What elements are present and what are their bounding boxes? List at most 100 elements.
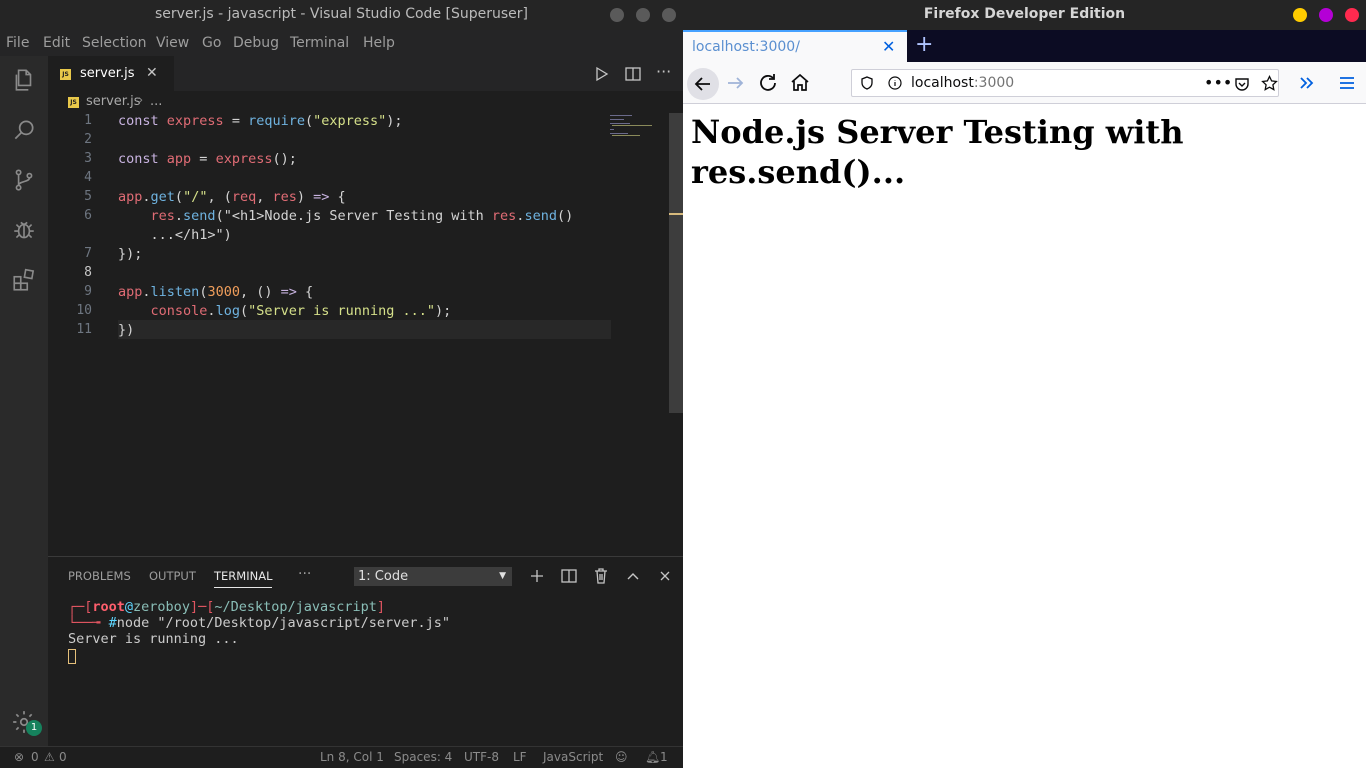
notifications-count[interactable]: 1	[660, 750, 668, 764]
minimize-button[interactable]	[1293, 8, 1307, 22]
tab-terminal[interactable]: TERMINAL	[214, 569, 273, 588]
tab-close-icon[interactable]: ✕	[882, 37, 895, 56]
editor-scrollbar[interactable]	[669, 113, 683, 413]
bell-icon[interactable]: 🔔︎	[645, 750, 660, 764]
pocket-icon[interactable]	[1234, 76, 1250, 92]
window-title: Firefox Developer Edition	[923, 6, 1126, 22]
terminal-output-line: Server is running ...	[68, 631, 239, 647]
menu-view[interactable]: View	[156, 35, 189, 51]
trash-icon[interactable]	[592, 567, 610, 585]
indentation[interactable]: Spaces: 4	[394, 750, 452, 764]
vscode-window: server.js - javascript - Visual Studio C…	[0, 0, 683, 768]
search-icon[interactable]	[10, 116, 38, 144]
close-panel-icon[interactable]	[656, 567, 674, 585]
navigation-toolbar: localhost:3000 •••	[683, 62, 1366, 104]
firefox-titlebar: Firefox Developer Edition	[683, 0, 1366, 30]
line-number: 2	[84, 132, 92, 147]
home-icon[interactable]	[788, 71, 812, 95]
javascript-file-icon: JS	[60, 69, 71, 80]
debug-icon[interactable]	[10, 216, 38, 244]
maximize-panel-icon[interactable]	[624, 567, 642, 585]
terminal-select-value: 1: Code	[358, 569, 409, 584]
files-icon[interactable]	[10, 66, 38, 94]
minimize-button[interactable]	[610, 8, 624, 22]
javascript-file-icon: JS	[68, 97, 79, 108]
back-button[interactable]	[687, 68, 719, 100]
line-number: 10	[76, 303, 92, 318]
line-number: 3	[84, 151, 92, 166]
more-actions-icon[interactable]: ···	[656, 62, 674, 81]
menu-terminal[interactable]: Terminal	[290, 35, 349, 51]
url-port: :3000	[973, 75, 1015, 91]
line-number: 1	[84, 113, 92, 128]
url-host: localhost	[911, 75, 974, 91]
split-terminal-icon[interactable]	[560, 567, 578, 585]
breadcrumb-more[interactable]: ...	[150, 94, 162, 109]
menu-selection[interactable]: Selection	[82, 35, 147, 51]
shield-icon[interactable]	[860, 76, 874, 90]
activity-bar: 1	[0, 56, 48, 746]
url-bar[interactable]: localhost:3000 •••	[851, 69, 1279, 97]
code-line: const app = express();	[118, 151, 297, 167]
menu-debug[interactable]: Debug	[233, 35, 279, 51]
source-control-icon[interactable]	[10, 166, 38, 194]
new-tab-icon[interactable]: +	[915, 32, 933, 57]
tab-server-js[interactable]: JS server.js ✕	[48, 56, 174, 91]
close-button[interactable]	[662, 8, 676, 22]
encoding[interactable]: UTF-8	[464, 750, 499, 764]
menu-help[interactable]: Help	[363, 35, 395, 51]
editor-area: JS server.js ✕ ··· JS server.js › ... 1 …	[48, 56, 683, 556]
menu-file[interactable]: File	[6, 35, 29, 51]
new-terminal-icon[interactable]	[528, 567, 546, 585]
browser-tab[interactable]: localhost:3000/ ✕	[683, 30, 907, 62]
close-button[interactable]	[1345, 8, 1359, 22]
vscode-titlebar: server.js - javascript - Visual Studio C…	[0, 0, 683, 30]
terminal-command: node "/root/Desktop/javascript/server.js…	[116, 615, 451, 631]
tab-output[interactable]: OUTPUT	[149, 569, 196, 583]
line-number: 11	[76, 322, 92, 337]
code-line: app.get("/", (req, res) => {	[118, 189, 346, 205]
language-mode[interactable]: JavaScript	[543, 750, 603, 764]
page-actions-icon[interactable]: •••	[1204, 73, 1232, 92]
minimap[interactable]	[608, 113, 668, 143]
overflow-chevron-icon[interactable]	[1295, 71, 1319, 95]
extensions-icon[interactable]	[10, 266, 38, 294]
cursor-position[interactable]: Ln 8, Col 1	[320, 750, 384, 764]
terminal-cursor	[68, 649, 76, 664]
menu-go[interactable]: Go	[202, 35, 221, 51]
line-number: 5	[84, 189, 92, 204]
hamburger-menu-icon[interactable]	[1335, 71, 1359, 95]
bookmark-star-icon[interactable]	[1261, 75, 1278, 92]
tab-problems[interactable]: PROBLEMS	[68, 569, 131, 583]
browser-tab-label: localhost:3000/	[692, 39, 800, 55]
end-of-line[interactable]: LF	[513, 750, 527, 764]
url-text[interactable]: localhost:3000	[911, 75, 1014, 91]
prompt-path: ~/Desktop/javascript	[214, 599, 377, 615]
status-bar: ⊗ 0 ⚠ 0 Ln 8, Col 1 Spaces: 4 UTF-8 LF J…	[0, 746, 683, 768]
maximize-button[interactable]	[636, 8, 650, 22]
maximize-button[interactable]	[1319, 8, 1333, 22]
breadcrumb-file[interactable]: server.js	[86, 94, 140, 109]
code-line: ...</h1>")	[118, 227, 232, 243]
run-icon[interactable]	[592, 65, 610, 83]
chevron-down-icon: ▼	[499, 571, 506, 581]
feedback-smiley-icon[interactable]: ☺	[615, 750, 628, 764]
forward-icon[interactable]	[724, 71, 748, 95]
errors-icon[interactable]: ⊗	[14, 750, 24, 764]
terminal-select[interactable]: 1: Code ▼	[354, 567, 512, 586]
firefox-window: Firefox Developer Edition localhost:3000…	[683, 0, 1366, 768]
code-editor[interactable]: 1 2 3 4 5 6 7 8 9 10 11 const express = …	[48, 113, 668, 556]
page-heading: Node.js Server Testing with res.send()..…	[691, 113, 1184, 191]
prompt-user: root	[92, 599, 125, 615]
split-editor-icon[interactable]	[624, 65, 642, 83]
warnings-count[interactable]: 0	[59, 750, 67, 764]
reload-icon[interactable]	[756, 71, 780, 95]
menu-edit[interactable]: Edit	[43, 35, 70, 51]
info-icon[interactable]	[888, 76, 902, 90]
prompt-hash: #	[108, 615, 117, 631]
errors-count[interactable]: 0	[31, 750, 39, 764]
warnings-icon[interactable]: ⚠	[44, 750, 55, 764]
tab-close-icon[interactable]: ✕	[146, 65, 158, 81]
panel-more-icon[interactable]: ···	[298, 566, 311, 582]
code-line: app.listen(3000, () => {	[118, 284, 314, 300]
